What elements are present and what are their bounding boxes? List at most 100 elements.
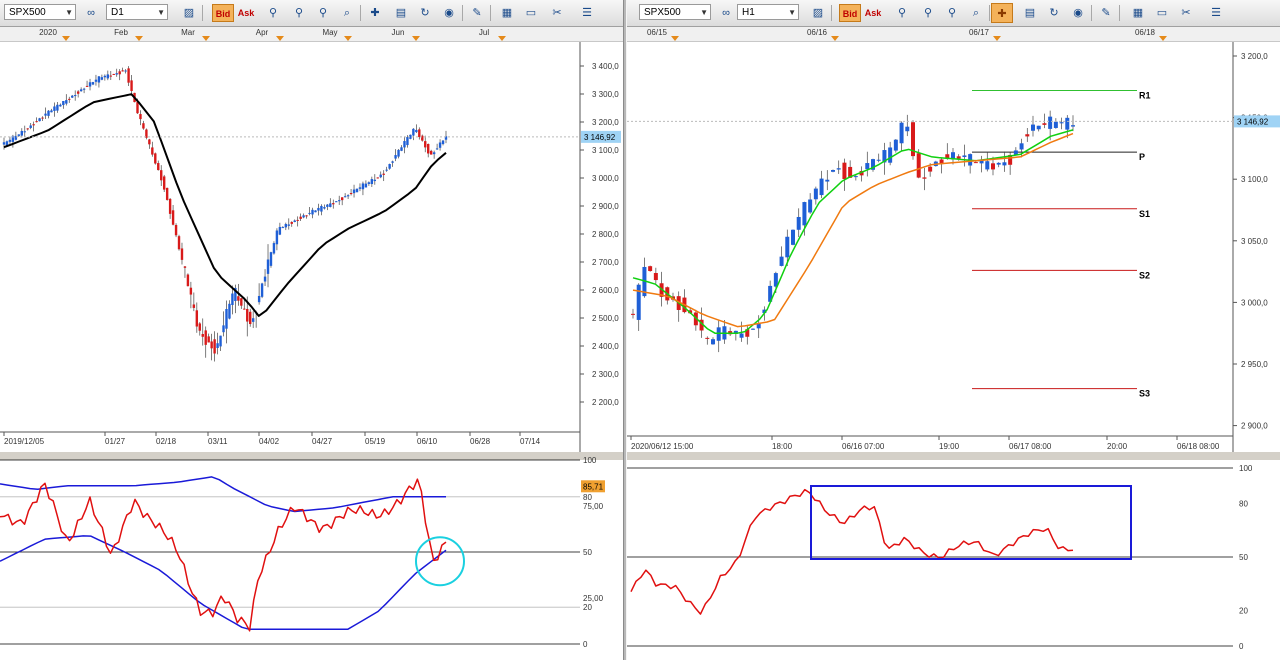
price-axis-label: 2 800,0 — [592, 230, 619, 239]
indicator-axis-label: 50 — [583, 548, 592, 557]
candle-body — [364, 183, 368, 188]
pivot-label: S3 — [1139, 389, 1150, 399]
price-axis-label: 3 100,0 — [592, 146, 619, 155]
candle-body — [50, 110, 53, 113]
candle-body — [424, 141, 427, 148]
candle-body — [819, 178, 824, 196]
candle-body — [962, 155, 967, 158]
candle-body — [653, 273, 658, 281]
candle-body — [68, 98, 71, 100]
highlight-circle — [415, 536, 465, 587]
candle-body — [231, 293, 234, 306]
candle-body — [287, 224, 290, 226]
candle-body — [415, 129, 418, 133]
candle-body — [352, 189, 356, 194]
candle-body — [56, 104, 59, 111]
current-price-value: 3 146,92 — [1237, 117, 1269, 126]
hourly-chart-canvas[interactable]: 3 200,03 150,03 100,03 050,03 000,02 950… — [627, 0, 1280, 660]
chart-window-hourly[interactable]: SPX500 ▼ ∞ H1 ▼ ▨ Bid Ask ⚲ ⚲ ⚲ ⌕ ✚ ▤ ↻ ◉ … — [627, 0, 1280, 660]
candle-body — [435, 148, 439, 150]
date-axis-label: 18:00 — [772, 442, 793, 451]
candle-body — [160, 170, 163, 181]
candle-body — [82, 88, 86, 90]
price-axis-label: 2 500,0 — [592, 314, 619, 323]
candle-body — [796, 216, 801, 230]
candle-body — [106, 74, 110, 79]
candle-body — [65, 100, 68, 104]
candle-body — [240, 298, 243, 306]
candle-body — [228, 303, 231, 319]
candle-body — [174, 225, 178, 236]
candle-body — [269, 252, 273, 266]
candle-body — [284, 224, 288, 228]
indicator-axis-label: 100 — [1239, 464, 1253, 473]
candle-body — [916, 153, 921, 178]
candle-body — [899, 122, 904, 144]
pane-splitter — [627, 452, 1280, 460]
candle-body — [127, 68, 130, 83]
candle-body — [47, 110, 50, 116]
indicator-axis-label: 50 — [1239, 553, 1248, 562]
candle-body — [124, 70, 127, 72]
highlight-box — [810, 485, 1132, 560]
candle-body — [376, 177, 379, 179]
candle-body — [192, 304, 196, 308]
candle-body — [370, 179, 374, 185]
candle-body — [8, 139, 12, 142]
candle-body — [320, 205, 323, 212]
candle-body — [281, 227, 285, 229]
pivot-label: S2 — [1139, 270, 1150, 280]
chart-window-daily[interactable]: SPX500 ▼ ∞ D1 ▼ ▨ Bid Ask ⚲ ⚲ ⚲ ⌕ ✚ ▤ ↻ ◉ … — [0, 0, 623, 660]
current-price-value: 3 146,92 — [584, 133, 616, 142]
daily-chart-canvas[interactable]: 3 400,0 3 300,0 3 200,0 3 100,0 3 000,0 2 900… — [0, 0, 623, 660]
candle-body — [791, 229, 795, 245]
candle-body — [340, 197, 344, 201]
candle-body — [73, 95, 77, 97]
candle-body — [391, 161, 394, 163]
candle-body — [379, 174, 382, 178]
candle-body — [79, 89, 83, 92]
candle-body — [382, 173, 385, 175]
candle-body — [1071, 125, 1075, 127]
candle-body — [785, 236, 790, 258]
date-axis-label: 19:00 — [939, 442, 960, 451]
candle-body — [716, 327, 721, 341]
candle-body — [20, 130, 23, 136]
date-axis-label: 2020/06/12 15:00 — [631, 442, 694, 451]
pane-splitter — [0, 452, 623, 460]
candle-body — [142, 123, 145, 129]
candle-body — [168, 198, 172, 214]
candle-body — [195, 310, 199, 327]
price-axis-label: 3 300,0 — [592, 90, 619, 99]
candle-body — [385, 169, 388, 171]
candle-body — [400, 147, 403, 151]
candle-body — [1048, 116, 1053, 129]
candle-body — [813, 188, 818, 200]
candle-body — [207, 336, 210, 343]
candle-body — [293, 220, 296, 222]
candle-body — [263, 276, 267, 282]
price-axis-label: 2 300,0 — [592, 370, 619, 379]
slow-moving-average-line — [632, 132, 1074, 328]
candle-body — [388, 164, 391, 169]
candle-body — [216, 343, 219, 348]
candle-body — [332, 203, 335, 205]
price-axis-label: 2 900,0 — [1241, 422, 1268, 431]
candle-body — [186, 274, 190, 287]
candle-body — [29, 125, 32, 128]
candle-body — [1036, 125, 1041, 130]
candle-body — [17, 134, 21, 136]
candle-body — [249, 311, 252, 325]
candle-body — [865, 163, 870, 170]
lower-band-line — [0, 535, 447, 631]
candle-body — [825, 179, 830, 182]
candle-body — [1019, 143, 1024, 150]
price-axis-label: 3 200,0 — [592, 118, 619, 127]
candle-body — [139, 114, 142, 120]
price-axis-label: 2 200,0 — [592, 398, 619, 407]
candle-body — [831, 170, 835, 172]
candle-body — [210, 341, 213, 349]
candle-body — [266, 259, 270, 274]
candle-body — [115, 73, 118, 75]
price-axis-label: 2 400,0 — [592, 342, 619, 351]
